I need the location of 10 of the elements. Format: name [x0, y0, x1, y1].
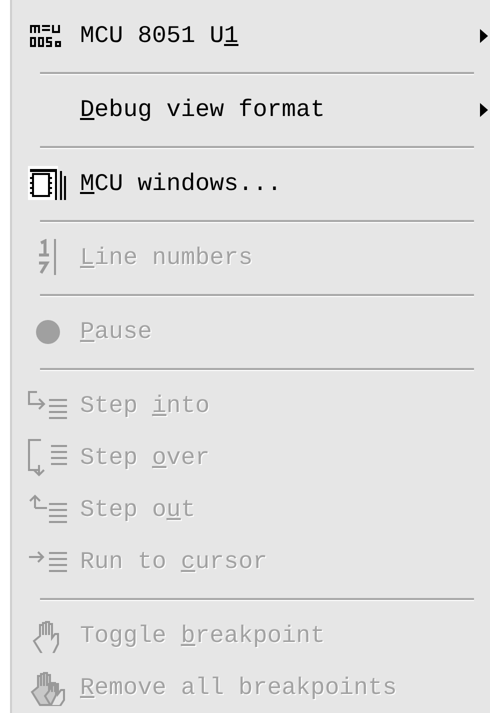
chip-windows-icon — [28, 166, 68, 202]
step-over-icon — [27, 438, 69, 478]
step-into-icon — [27, 390, 69, 422]
circle-icon — [35, 319, 61, 345]
step-out-icon — [27, 494, 69, 526]
hands-icon — [29, 670, 67, 706]
run-to-cursor-icon — [27, 549, 69, 575]
menu-item[interactable]: Debug view format — [80, 96, 325, 124]
menu-item[interactable]: MCU 8051 U1 — [80, 22, 238, 50]
menu-item[interactable]: MCU windows... — [80, 170, 282, 198]
